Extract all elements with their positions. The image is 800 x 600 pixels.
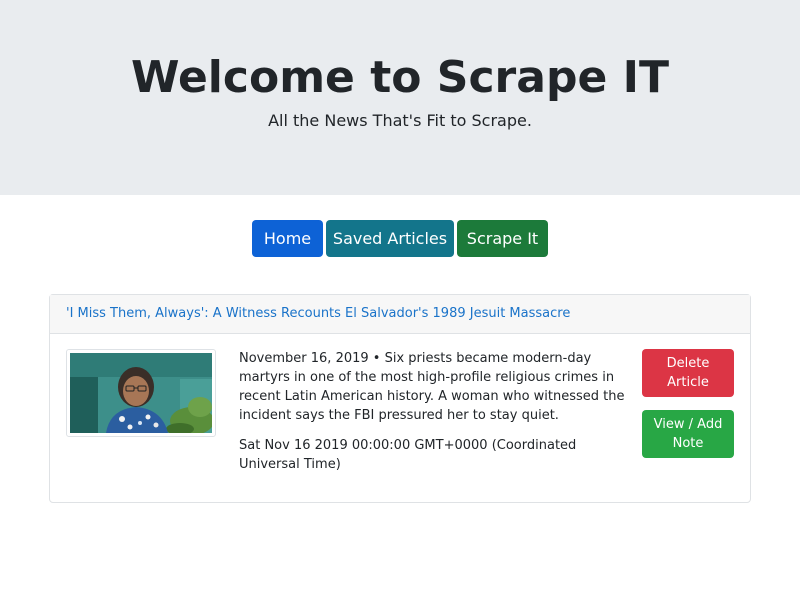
page-subtitle: All the News That's Fit to Scrape.	[268, 111, 532, 130]
article-thumbnail	[66, 349, 216, 437]
hero-banner: Welcome to Scrape IT All the News That's…	[0, 0, 800, 195]
scrape-it-button[interactable]: Scrape It	[457, 220, 548, 257]
article-card-header: 'I Miss Them, Always': A Witness Recount…	[50, 295, 750, 334]
nav-bar: Home Saved Articles Scrape It	[0, 220, 800, 258]
home-button[interactable]: Home	[252, 220, 323, 257]
saved-articles-button[interactable]: Saved Articles	[326, 220, 454, 257]
article-thumbnail-image	[70, 353, 212, 433]
article-date: Sat Nov 16 2019 00:00:00 GMT+0000 (Coord…	[239, 438, 577, 472]
delete-article-label: Delete Article	[666, 356, 710, 390]
article-headline-link[interactable]: 'I Miss Them, Always': A Witness Recount…	[66, 305, 570, 323]
article-summary: November 16, 2019 • Six priests became m…	[239, 351, 625, 423]
article-card: 'I Miss Them, Always': A Witness Recount…	[49, 294, 751, 503]
view-add-note-button[interactable]: View / Add Note	[642, 410, 734, 458]
view-add-note-label: View / Add Note	[653, 417, 723, 451]
article-card-body: November 16, 2019 • Six priests became m…	[50, 334, 750, 502]
page-title: Welcome to Scrape IT	[131, 52, 669, 103]
delete-article-button[interactable]: Delete Article	[642, 349, 734, 397]
